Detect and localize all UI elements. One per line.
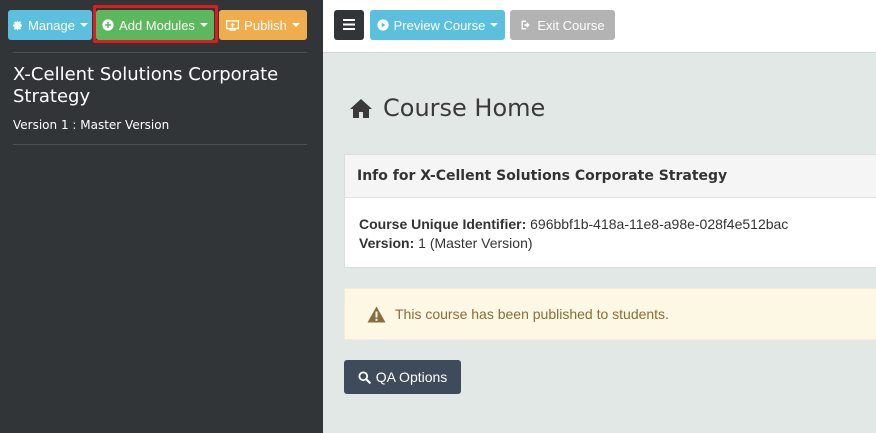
identifier-value: 696bbf1b-418a-11e8-a98e-028f4e512bac: [530, 216, 789, 232]
warning-icon: [367, 306, 386, 323]
menu-toggle-button[interactable]: [334, 10, 364, 40]
page-title-text: Course Home: [383, 94, 546, 122]
manage-button-label: Manage: [28, 17, 75, 33]
chevron-down-icon: [490, 23, 499, 27]
preview-course-button[interactable]: Preview Course: [370, 10, 505, 40]
publish-icon: [226, 19, 240, 31]
panel-body: Course Unique Identifier: 696bbf1b-418a-…: [345, 198, 876, 270]
play-circle-icon: [376, 19, 389, 31]
qa-options-button[interactable]: QA Options: [344, 360, 461, 394]
page-title: Course Home: [349, 92, 545, 124]
panel-heading: Info for X-Cellent Solutions Corporate S…: [345, 155, 876, 198]
identifier-row: Course Unique Identifier: 696bbf1b-418a-…: [359, 215, 869, 234]
course-version: Version 1 : Master Version: [13, 118, 170, 132]
add-modules-highlight: [93, 5, 218, 43]
publish-button-label: Publish: [244, 17, 287, 33]
version-value: 1 (Master Version): [418, 235, 533, 251]
course-title: X-Cellent Solutions Corporate Strategy: [13, 64, 279, 107]
hamburger-icon: [343, 18, 355, 33]
chevron-down-icon: [79, 23, 88, 27]
alert-text: This course has been published to studen…: [395, 306, 669, 322]
exit-course-label: Exit Course: [537, 17, 605, 33]
qa-options-label: QA Options: [375, 369, 448, 385]
sidebar: Manage Add Modules Publish X-Cellent Sol…: [0, 0, 323, 433]
course-info-panel: Info for X-Cellent Solutions Corporate S…: [344, 154, 876, 268]
top-bar: Preview Course Exit Course: [323, 0, 876, 53]
chevron-down-icon: [291, 23, 300, 27]
sidebar-divider: [13, 144, 307, 145]
manage-button[interactable]: Manage: [8, 10, 92, 40]
preview-course-label: Preview Course: [393, 17, 486, 33]
home-icon: [349, 98, 373, 119]
published-alert: This course has been published to studen…: [344, 288, 876, 340]
sidebar-divider: [13, 52, 307, 53]
gear-icon: [12, 20, 23, 31]
search-icon: [358, 370, 371, 384]
identifier-label: Course Unique Identifier:: [359, 216, 527, 232]
exit-course-button[interactable]: Exit Course: [510, 10, 615, 40]
version-label: Version:: [359, 235, 415, 251]
sign-out-icon: [520, 19, 532, 31]
version-row: Version: 1 (Master Version): [359, 234, 869, 253]
publish-button[interactable]: Publish: [219, 10, 307, 40]
